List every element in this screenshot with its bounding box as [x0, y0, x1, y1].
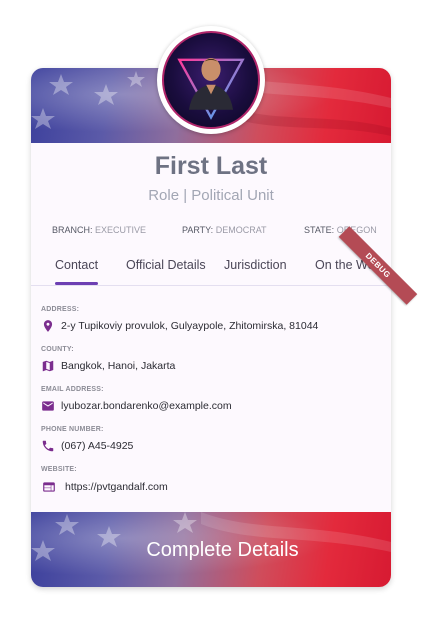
phone-value[interactable]: (067) A45-4925	[61, 440, 133, 452]
profile-name: First Last	[154, 152, 268, 180]
map-icon	[42, 360, 54, 372]
location-pin-icon	[43, 320, 53, 332]
county-value: Bangkok, Hanoi, Jakarta	[61, 360, 176, 372]
phone-label: PHONE NUMBER:	[41, 426, 104, 433]
complete-details-button[interactable]: Complete Details	[0, 539, 445, 562]
meta-branch: BRANCH: EXECUTIVE	[52, 225, 146, 235]
web-icon	[43, 482, 55, 492]
meta-branch-label: BRANCH:	[52, 225, 93, 235]
avatar[interactable]	[157, 26, 265, 134]
mail-icon	[42, 401, 54, 411]
email-label: EMAIL ADDRESS:	[41, 386, 104, 393]
tab-official-details[interactable]: Official Details	[126, 258, 206, 272]
active-tab-indicator	[55, 282, 98, 285]
meta-party-value: DEMOCRAT	[215, 225, 267, 235]
meta-branch-value: EXECUTIVE	[95, 225, 147, 235]
address-label: ADDRESS:	[41, 306, 80, 313]
tab-contact[interactable]: Contact	[55, 258, 98, 272]
website-value[interactable]: https://pvtgandalf.com	[65, 481, 168, 493]
email-value[interactable]: lyubozar.bondarenko@example.com	[61, 400, 232, 412]
profile-card: First Last Role | Political Unit BRANCH:…	[31, 68, 391, 587]
website-label: WEBSITE:	[41, 466, 77, 473]
contact-panel: First Last Role | Political Unit BRANCH:…	[31, 143, 391, 512]
meta-state-label: STATE:	[304, 225, 335, 235]
address-value: 2-y Tupikoviy provulok, Gulyaypole, Zhit…	[61, 320, 319, 332]
avatar-image	[162, 31, 260, 129]
tab-bar: Contact Official Details Jurisdiction On…	[31, 249, 391, 286]
meta-party-label: PARTY:	[182, 225, 214, 235]
profile-role: Role | Political Unit	[148, 187, 274, 204]
phone-icon	[42, 440, 54, 452]
tab-jurisdiction[interactable]: Jurisdiction	[224, 258, 287, 272]
meta-party: PARTY: DEMOCRAT	[182, 225, 267, 235]
county-label: COUNTY:	[41, 346, 74, 353]
